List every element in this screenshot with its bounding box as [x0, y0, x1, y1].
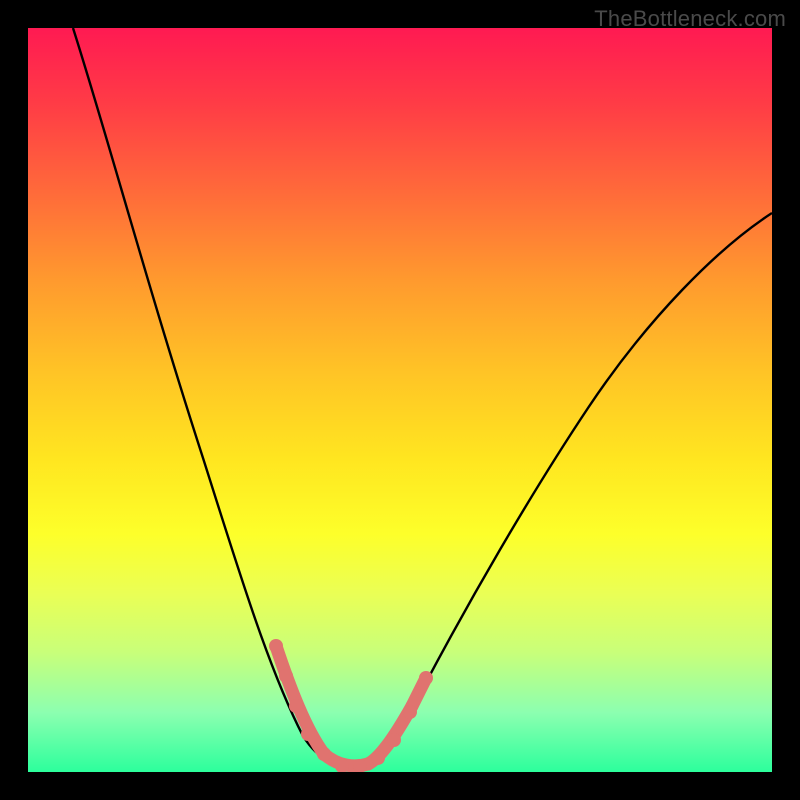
bottleneck-curve: [73, 28, 772, 766]
gradient-plot-area: [28, 28, 772, 772]
chart-frame: TheBottleneck.com: [0, 0, 800, 800]
highlight-dots: [269, 639, 433, 772]
curve-layer: [28, 28, 772, 772]
watermark-text: TheBottleneck.com: [594, 6, 786, 32]
